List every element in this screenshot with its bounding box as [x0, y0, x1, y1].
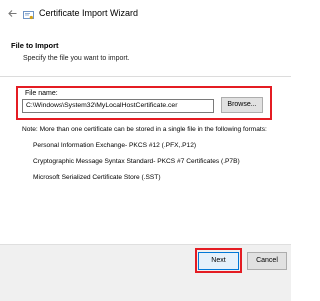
browse-button[interactable]: Browse... [221, 97, 263, 113]
certificate-import-wizard-window: Certificate Import Wizard File to Import… [0, 0, 291, 301]
next-button[interactable]: Next [198, 252, 239, 270]
format-item-pfx: Personal Information Exchange- PKCS #12 … [33, 142, 197, 149]
back-arrow-icon[interactable] [6, 7, 18, 19]
file-name-label: File name: [25, 90, 58, 97]
title-row: Certificate Import Wizard [6, 6, 138, 20]
note-text: Note: More than one certificate can be s… [22, 126, 267, 133]
format-item-sst: Microsoft Serialized Certificate Store (… [33, 174, 161, 181]
cancel-button[interactable]: Cancel [247, 252, 287, 270]
section-title: File to Import [11, 41, 59, 50]
format-item-p7b: Cryptographic Message Syntax Standard- P… [33, 158, 240, 165]
file-name-input[interactable]: C:\Windows\System32\MyLocalHostCertifica… [22, 99, 214, 113]
window-title: Certificate Import Wizard [39, 8, 139, 18]
certificate-icon [23, 8, 34, 19]
header-separator [0, 76, 291, 77]
section-description: Specify the file you want to import. [23, 55, 130, 62]
